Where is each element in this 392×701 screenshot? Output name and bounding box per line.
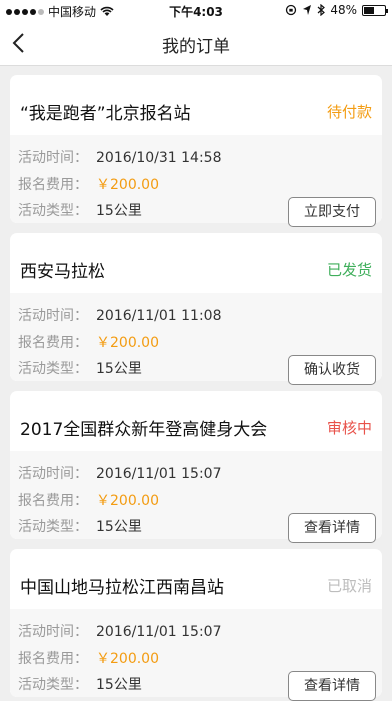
- fee-label: 报名费用：: [18, 335, 88, 351]
- order-title[interactable]: 西安马拉松: [20, 257, 105, 282]
- order-card: 中国山地马拉松江西南昌站 已取消 活动时间： 2016/11/01 15:07 报…: [10, 549, 382, 701]
- pay-now-button[interactable]: 立即支付: [288, 197, 376, 227]
- detail-row-time: 活动时间： 2016/11/01 15:07: [18, 463, 222, 483]
- detail-row-time: 活动时间： 2016/11/01 11:08: [18, 305, 222, 325]
- fee-label: 报名费用：: [18, 651, 88, 667]
- order-status: 已取消: [326, 577, 372, 595]
- page-title: 我的订单: [162, 37, 230, 57]
- order-status: 审核中: [326, 419, 372, 437]
- fee-value: ￥200.00: [96, 651, 159, 667]
- detail-row-type: 活动类型： 15公里: [18, 358, 142, 378]
- detail-row-fee: 报名费用： ￥200.00: [18, 174, 159, 194]
- order-title[interactable]: “我是跑者”北京报名站: [20, 99, 191, 124]
- location-icon: [303, 5, 312, 15]
- battery-percent: 48%: [330, 3, 357, 17]
- detail-row-fee: 报名费用： ￥200.00: [18, 332, 159, 352]
- detail-row-type: 活动类型： 15公里: [18, 674, 142, 694]
- detail-row-type: 活动类型： 15公里: [18, 516, 142, 536]
- order-status: 待付款: [326, 103, 372, 121]
- time-value: 2016/11/01 15:07: [96, 624, 222, 640]
- type-label: 活动类型：: [18, 519, 88, 535]
- fee-value: ￥200.00: [96, 177, 159, 193]
- order-status: 已发货: [326, 261, 372, 279]
- type-label: 活动类型：: [18, 677, 88, 693]
- detail-row-fee: 报名费用： ￥200.00: [18, 490, 159, 510]
- type-value: 15公里: [96, 677, 142, 693]
- view-details-button[interactable]: 查看详情: [288, 671, 376, 701]
- type-value: 15公里: [96, 519, 142, 535]
- type-value: 15公里: [96, 203, 142, 219]
- nav-bar: 我的订单: [0, 20, 392, 66]
- battery-icon: [362, 4, 388, 16]
- status-bar: 中国移动 下午4:03 48%: [0, 0, 392, 20]
- time-value: 2016/11/01 11:08: [96, 308, 222, 324]
- fee-label: 报名费用：: [18, 177, 88, 193]
- view-details-button[interactable]: 查看详情: [288, 513, 376, 543]
- time-value: 2016/11/01 15:07: [96, 466, 222, 482]
- time-label: 活动时间：: [18, 150, 88, 166]
- fee-value: ￥200.00: [96, 335, 159, 351]
- order-title[interactable]: 中国山地马拉松江西南昌站: [20, 573, 224, 598]
- type-label: 活动类型：: [18, 203, 88, 219]
- time-label: 活动时间：: [18, 466, 88, 482]
- bluetooth-icon: [317, 4, 326, 16]
- detail-row-type: 活动类型： 15公里: [18, 200, 142, 220]
- type-value: 15公里: [96, 361, 142, 377]
- rotation-lock-icon: [286, 4, 297, 16]
- status-right: 48%: [285, 3, 388, 17]
- fee-label: 报名费用：: [18, 493, 88, 509]
- confirm-receipt-button[interactable]: 确认收货: [288, 355, 376, 385]
- fee-value: ￥200.00: [96, 493, 159, 509]
- order-card: 西安马拉松 已发货 活动时间： 2016/11/01 11:08 报名费用： ￥20…: [10, 233, 382, 385]
- detail-row-time: 活动时间： 2016/11/01 15:07: [18, 621, 222, 641]
- time-value: 2016/10/31 14:58: [96, 150, 222, 166]
- time-label: 活动时间：: [18, 624, 88, 640]
- detail-row-time: 活动时间： 2016/10/31 14:58: [18, 147, 222, 167]
- order-card: 2017全国群众新年登高健身大会 审核中 活动时间： 2016/11/01 15:…: [10, 391, 382, 543]
- time-label: 活动时间：: [18, 308, 88, 324]
- type-label: 活动类型：: [18, 361, 88, 377]
- detail-row-fee: 报名费用： ￥200.00: [18, 648, 159, 668]
- order-title[interactable]: 2017全国群众新年登高健身大会: [20, 415, 267, 440]
- order-card: “我是跑者”北京报名站 待付款 活动时间： 2016/10/31 14:58 报名…: [10, 75, 382, 227]
